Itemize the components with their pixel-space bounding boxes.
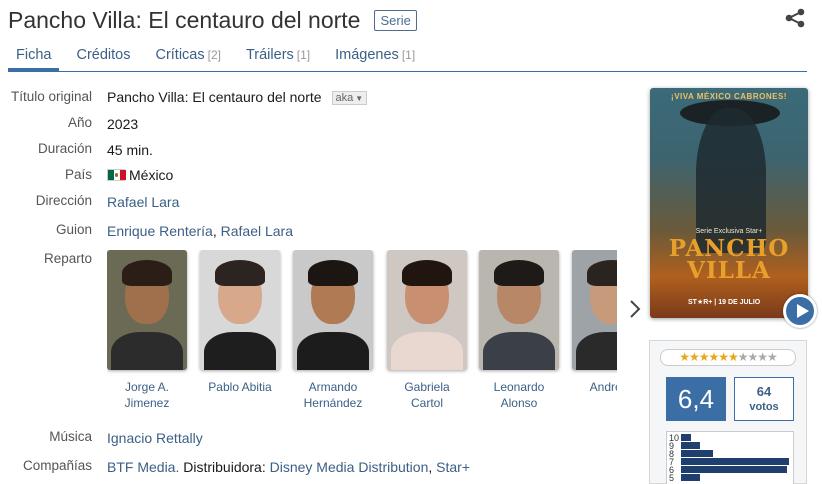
music-label: Música bbox=[49, 429, 92, 444]
tab-count: [1] bbox=[401, 48, 416, 62]
poster-footer: ST★R+ | 19 DE JULIO bbox=[688, 299, 761, 306]
poster-tagline: ¡VIVA MÉXICO CABRONES! bbox=[671, 92, 787, 101]
star-rating[interactable]: ★★★★★★★★★★ bbox=[660, 349, 796, 366]
cast-member[interactable]: Armando Hernández bbox=[293, 250, 373, 411]
country-value: México bbox=[107, 167, 173, 183]
original-title-value: Pancho Villa: El centauro del norte aka ▼ bbox=[107, 89, 368, 105]
actor-name[interactable]: Armando Hernández bbox=[293, 379, 373, 411]
histogram-label: 5 bbox=[669, 473, 675, 483]
distributor-link[interactable]: Disney Media Distribution bbox=[270, 459, 429, 475]
separator: , bbox=[428, 459, 433, 475]
country-label: País bbox=[64, 167, 92, 182]
tab-trailers[interactable]: Tráilers [1] bbox=[238, 42, 318, 71]
rating-histogram[interactable]: 10 9 8 7 6 5 bbox=[666, 431, 794, 484]
duration-value: 45 min. bbox=[107, 142, 153, 158]
votes-count-box[interactable]: 64 votos bbox=[734, 377, 794, 421]
actor-photo bbox=[293, 250, 373, 370]
histogram-bar bbox=[681, 450, 713, 457]
cast-member[interactable]: Leonardo Alonso bbox=[479, 250, 559, 411]
votes-label: votos bbox=[749, 401, 779, 413]
poster-image[interactable]: ¡VIVA MÉXICO CABRONES! Serie Exclusiva S… bbox=[650, 88, 808, 318]
script-value: Enrique Rentería, Rafael Lara bbox=[107, 223, 293, 239]
actor-photo bbox=[200, 250, 280, 370]
actor-photo bbox=[387, 250, 467, 370]
companies-value: BTF Media. Distribuidora: Disney Media D… bbox=[107, 459, 470, 475]
tab-label: Imágenes bbox=[335, 47, 399, 63]
tab-bar: Ficha Créditos Críticas [2] Tráilers [1] I… bbox=[8, 42, 807, 72]
tab-label: Ficha bbox=[16, 47, 52, 63]
tab-label: Créditos bbox=[76, 47, 131, 63]
average-score: 6,4 bbox=[666, 377, 726, 421]
script-label: Guion bbox=[55, 222, 92, 237]
actor-name[interactable]: Leonardo Alonso bbox=[479, 379, 559, 411]
writer-link[interactable]: Rafael Lara bbox=[221, 223, 293, 239]
year-value: 2023 bbox=[107, 116, 139, 132]
star-filled-icons: ★★★★★★ bbox=[679, 350, 739, 364]
direction-label: Dirección bbox=[35, 193, 92, 208]
writer-link[interactable]: Enrique Rentería bbox=[107, 223, 213, 239]
chevron-down-icon: ▼ bbox=[355, 94, 364, 103]
distributor-link[interactable]: Star+ bbox=[436, 459, 470, 475]
original-title-text: Pancho Villa: El centauro del norte bbox=[107, 89, 322, 105]
tab-count: [1] bbox=[296, 48, 311, 62]
country-name: México bbox=[129, 167, 174, 183]
histogram-bar bbox=[681, 466, 787, 473]
tab-count: [2] bbox=[207, 48, 221, 62]
director-link[interactable]: Rafael Lara bbox=[107, 194, 179, 210]
share-icon[interactable] bbox=[784, 8, 806, 28]
companies-label: Compañías bbox=[22, 458, 92, 473]
votes-number: 64 bbox=[756, 384, 772, 399]
actor-name[interactable]: Pablo Abitia bbox=[200, 379, 280, 395]
actor-photo bbox=[479, 250, 559, 370]
cast-member[interactable]: Jorge A. Jimenez bbox=[107, 250, 187, 411]
duration-label: Duración bbox=[37, 141, 92, 156]
poster-exclusive: Serie Exclusiva Star+ bbox=[695, 228, 763, 235]
histogram-bar bbox=[681, 458, 789, 465]
actor-name[interactable]: Jorge A. Jimenez bbox=[107, 379, 187, 411]
histogram-bar bbox=[681, 434, 691, 441]
play-icon bbox=[797, 304, 809, 318]
original-title-label: Título original bbox=[10, 89, 92, 104]
type-badge: Serie bbox=[374, 9, 417, 31]
actor-name[interactable]: Andrés I bbox=[572, 379, 617, 395]
actor-name[interactable]: Gabriela Cartol bbox=[387, 379, 467, 411]
play-trailer-button[interactable] bbox=[783, 294, 817, 328]
company-link[interactable]: BTF Media. bbox=[107, 459, 179, 475]
tab-creditos[interactable]: Créditos bbox=[68, 42, 138, 71]
aka-label: aka bbox=[335, 92, 354, 104]
tab-label: Tráilers bbox=[245, 47, 294, 63]
star-empty-icons: ★★★★ bbox=[737, 350, 778, 364]
chevron-right-icon[interactable] bbox=[629, 299, 641, 319]
aka-dropdown[interactable]: aka ▼ bbox=[331, 91, 368, 105]
mexico-flag-icon bbox=[107, 169, 126, 181]
composer-link[interactable]: Ignacio Rettally bbox=[107, 430, 203, 446]
year-label: Año bbox=[67, 115, 92, 130]
tab-label: Críticas bbox=[155, 47, 205, 63]
tab-criticas[interactable]: Críticas [2] bbox=[147, 42, 229, 71]
cast-member[interactable]: Pablo Abitia bbox=[200, 250, 280, 395]
title-row: Pancho Villa: El centauro del norte Seri… bbox=[8, 4, 417, 36]
histogram-bar bbox=[681, 442, 700, 449]
page-title: Pancho Villa: El centauro del norte bbox=[8, 6, 361, 33]
separator: , bbox=[212, 223, 217, 239]
histogram-bar bbox=[681, 474, 700, 481]
rating-panel: ★★★★★★★★★★ 6,4 64 votos 10 9 8 7 6 5 bbox=[649, 340, 807, 484]
cast-label: Reparto bbox=[43, 251, 92, 266]
cast-carousel: Jorge A. Jimenez Pablo Abitia Armando Hern… bbox=[107, 250, 617, 415]
tab-ficha[interactable]: Ficha bbox=[8, 42, 60, 71]
distributor-label: Distribuidora: bbox=[183, 459, 266, 475]
tab-imagenes[interactable]: Imágenes [1] bbox=[327, 42, 423, 71]
cast-member[interactable]: Andrés I bbox=[572, 250, 617, 395]
actor-photo bbox=[572, 250, 617, 370]
actor-photo bbox=[107, 250, 187, 370]
poster-title: PANCHO VILLA bbox=[668, 235, 790, 284]
cast-member[interactable]: Gabriela Cartol bbox=[387, 250, 467, 411]
